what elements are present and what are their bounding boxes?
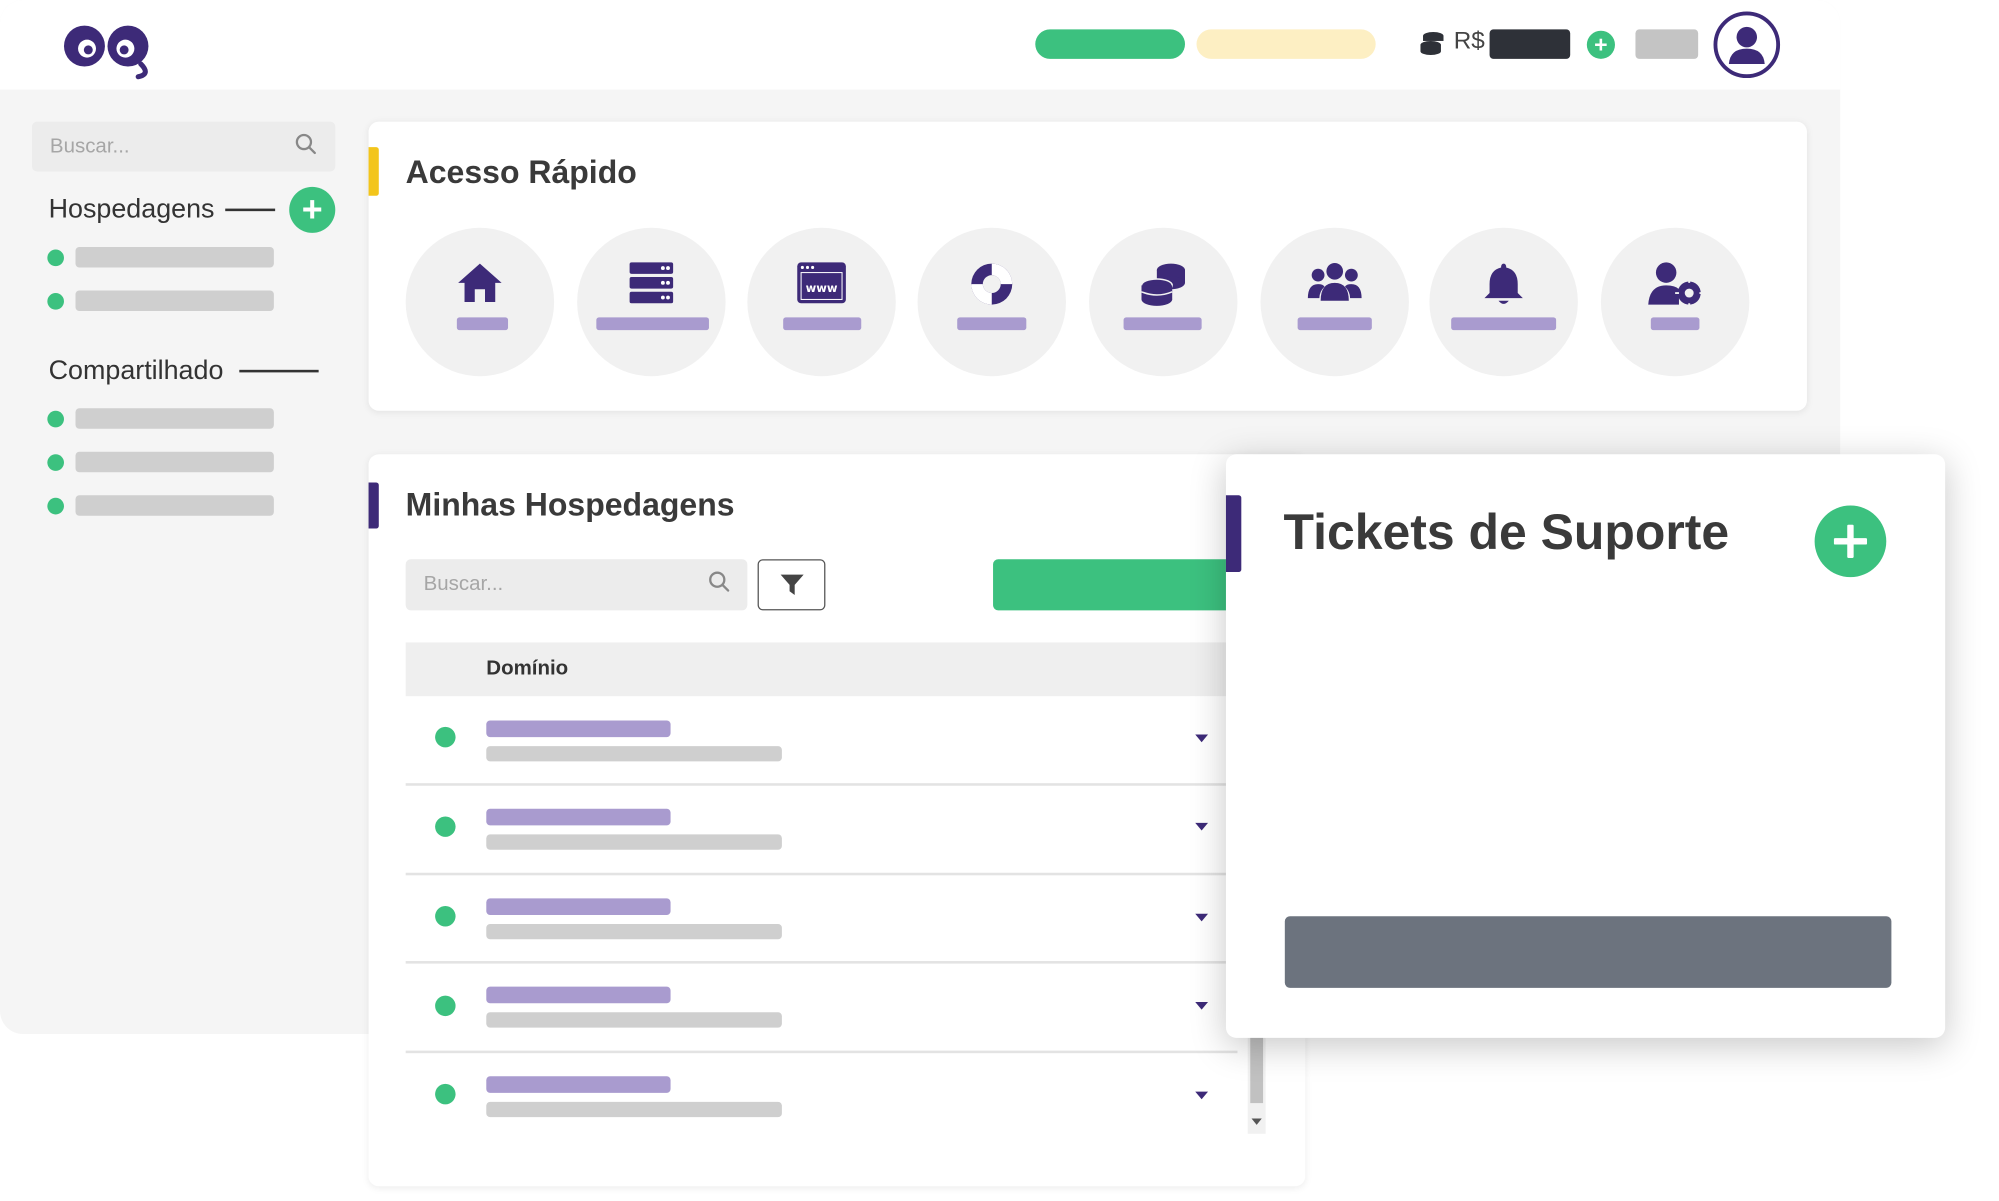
quick-access-label [596,317,709,331]
sidebar-search-input[interactable]: Buscar... [31,121,336,172]
user-icon [1728,26,1765,64]
quick-access-server[interactable] [577,227,726,377]
plan-placeholder [486,746,782,762]
quick-access-billing[interactable] [1089,227,1238,377]
add-ticket-button[interactable] [1814,505,1887,578]
chevron-down-icon[interactable] [1195,1091,1209,1100]
status-dot [47,454,64,471]
divider [405,783,1238,786]
hostings-title: Minhas Hospedagens [405,487,735,524]
domain-placeholder [486,986,671,1004]
hostings-search-input[interactable]: Buscar... [405,559,748,611]
lifebuoy-icon [971,263,1013,305]
search-icon [708,570,731,599]
plus-icon: + [1594,31,1608,57]
quick-access-label [1650,317,1700,331]
status-dot [435,906,456,927]
status-dot [435,726,456,748]
domain-placeholder [486,720,671,738]
filter-icon [780,574,804,596]
browser-www-icon: www [797,262,846,304]
quick-access-label [1297,317,1372,331]
domain-placeholder [486,898,671,915]
support-tickets-card: Tickets de Suporte [1225,454,1946,1038]
quick-access-label [1123,317,1202,331]
filter-button[interactable] [757,559,826,611]
plan-placeholder [486,1012,782,1028]
divider [405,961,1238,963]
status-dot [435,995,456,1017]
home-icon [458,263,502,303]
sidebar-item-compartilhado[interactable] [75,495,274,516]
ticket-action-button[interactable] [1284,916,1892,988]
quick-access-label [456,317,509,331]
search-icon [294,132,317,161]
add-hosting-button[interactable]: + [289,186,336,233]
status-dot [435,816,456,837]
status-dot [47,249,64,267]
sidebar-item-hospedagem[interactable] [75,290,274,311]
quick-access-label [957,317,1027,331]
users-group-icon [1307,262,1362,301]
status-dot [47,410,64,428]
scrollbar-thumb[interactable] [1250,1033,1264,1104]
owl-eyes-logo[interactable] [61,18,158,86]
sidebar-item-hospedagem[interactable] [75,246,274,268]
plan-placeholder [486,834,782,850]
quick-access-home[interactable] [405,227,555,377]
quick-access-label [1451,317,1557,331]
card-accent [1225,495,1242,573]
quick-access-websites[interactable]: www [747,227,896,377]
domain-placeholder [486,808,671,826]
plus-icon [1833,524,1868,558]
domain-placeholder [486,1076,671,1093]
scroll-down-arrow[interactable] [1251,1118,1262,1125]
svg-text:www: www [806,281,838,295]
bell-icon [1484,263,1523,304]
coins-stack-icon [1140,263,1186,306]
quick-access-users[interactable] [1260,227,1409,377]
quick-access-support[interactable] [917,227,1066,377]
quick-access-title: Acesso Rápido [405,154,637,191]
chevron-down-icon[interactable] [1195,913,1209,922]
add-hosting-action-button[interactable] [993,559,1237,611]
currency-symbol: R$ [1453,28,1485,56]
status-pill-green[interactable] [1035,29,1186,59]
balance-value [1489,29,1571,59]
add-credit-button[interactable]: + [1586,30,1615,59]
tickets-title: Tickets de Suporte [1283,505,1730,561]
avatar[interactable] [1713,11,1781,79]
server-icon [629,262,674,304]
status-pill-yellow[interactable] [1196,29,1376,59]
screen: R$ + Buscar... Hospedagens + Compartilha… [0,0,1999,1201]
sidebar-section-compartilhado: Compartilhado [48,355,224,386]
coins-icon [1418,29,1446,64]
chevron-down-icon[interactable] [1195,1002,1209,1010]
divider [225,208,276,211]
chevron-down-icon[interactable] [1195,734,1209,743]
quick-access-user-settings[interactable] [1600,227,1750,377]
column-domain: Domínio [486,657,569,680]
account-placeholder[interactable] [1635,29,1699,59]
user-settings-icon [1648,262,1704,308]
sidebar-section-hospedagens: Hospedagens [48,194,215,224]
status-dot [435,1083,456,1105]
table-header: Domínio [405,642,1251,697]
status-dot [47,497,64,515]
status-dot [47,293,64,310]
sidebar-item-compartilhado[interactable] [75,451,274,473]
divider [239,369,319,372]
quick-access-notifications[interactable] [1429,227,1578,377]
divider [405,1050,1238,1053]
chevron-down-icon[interactable] [1195,822,1209,831]
card-accent [368,147,379,196]
plan-placeholder [486,923,782,940]
sidebar-item-compartilhado[interactable] [75,408,274,429]
divider [405,872,1238,875]
plan-placeholder [486,1101,782,1118]
card-accent [368,482,379,529]
plus-icon: + [301,189,323,230]
quick-access-label [783,317,862,331]
